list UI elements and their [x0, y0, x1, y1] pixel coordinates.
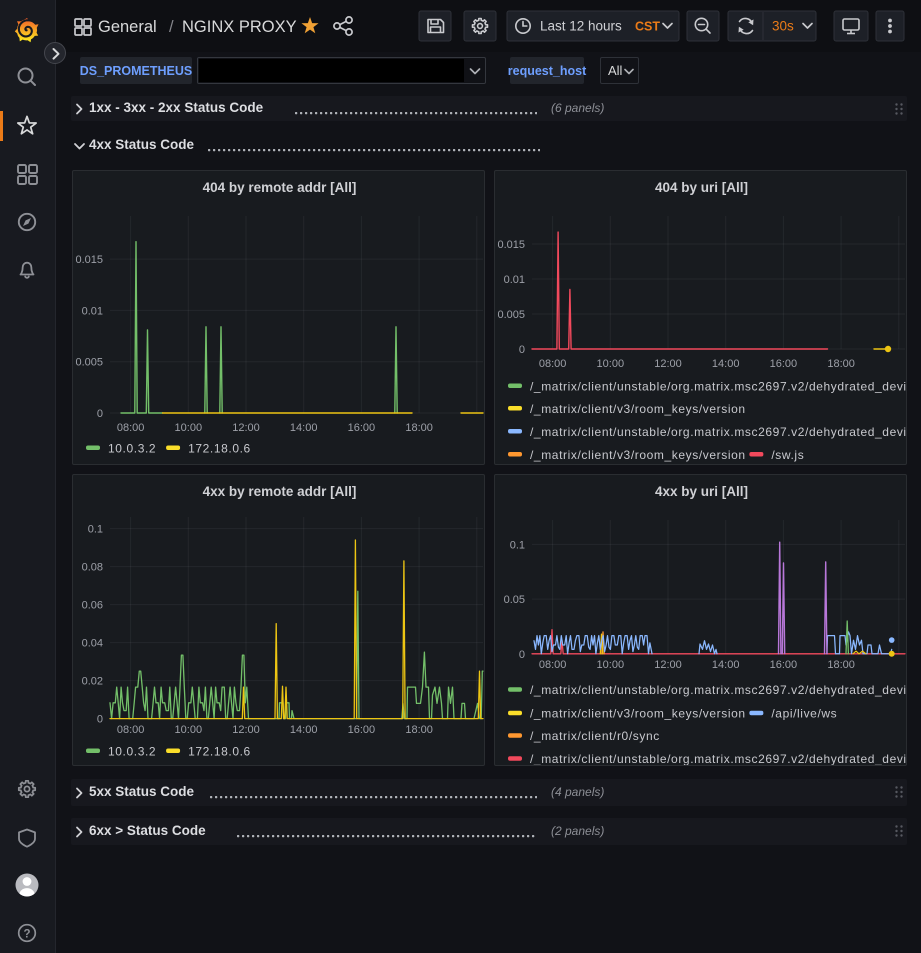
- svg-text:172.18.0.6: 172.18.0.6: [188, 442, 251, 456]
- svg-text:0.1: 0.1: [509, 539, 524, 551]
- svg-text:16:00: 16:00: [348, 422, 376, 434]
- svg-text:0.01: 0.01: [503, 274, 524, 286]
- svg-text:0.1: 0.1: [88, 523, 103, 535]
- svg-text:/_matrix/client/unstable/org.m: /_matrix/client/unstable/org.matrix.msc2…: [530, 683, 907, 697]
- svg-text:14:00: 14:00: [290, 724, 318, 736]
- svg-text:4xx by uri [All]: 4xx by uri [All]: [654, 484, 747, 499]
- svg-text:?: ?: [23, 929, 30, 941]
- svg-text:14:00: 14:00: [290, 422, 318, 434]
- svg-text:NGINX PROXY: NGINX PROXY: [182, 18, 297, 36]
- svg-text:0.01: 0.01: [82, 305, 103, 317]
- svg-text:0: 0: [97, 408, 103, 420]
- svg-text:Last 12 hours: Last 12 hours: [540, 19, 622, 34]
- svg-text:404 by uri [All]: 404 by uri [All]: [654, 180, 747, 195]
- svg-text:0.05: 0.05: [503, 594, 524, 606]
- svg-text:12:00: 12:00: [232, 724, 260, 736]
- svg-text:14:00: 14:00: [711, 358, 739, 370]
- svg-text:/sw.js: /sw.js: [771, 448, 804, 462]
- svg-text:08:00: 08:00: [538, 659, 566, 671]
- svg-text:12:00: 12:00: [232, 422, 260, 434]
- svg-text:4xx by remote addr [All]: 4xx by remote addr [All]: [203, 484, 357, 499]
- svg-text:404 by remote addr [All]: 404 by remote addr [All]: [203, 180, 357, 195]
- svg-text:12:00: 12:00: [654, 358, 682, 370]
- svg-text:0.06: 0.06: [82, 599, 103, 611]
- svg-text:/: /: [169, 18, 174, 36]
- svg-text:10.0.3.2: 10.0.3.2: [108, 744, 156, 758]
- svg-text:General: General: [98, 18, 157, 36]
- svg-text:/_matrix/client/unstable/org.m: /_matrix/client/unstable/org.matrix.msc2…: [530, 752, 907, 766]
- svg-text:0: 0: [97, 713, 103, 725]
- svg-text:0.005: 0.005: [75, 357, 103, 369]
- svg-text:08:00: 08:00: [117, 724, 145, 736]
- svg-text:10:00: 10:00: [596, 358, 624, 370]
- svg-text:/_matrix/client/unstable/org.m: /_matrix/client/unstable/org.matrix.msc2…: [530, 380, 907, 394]
- svg-text:14:00: 14:00: [711, 659, 739, 671]
- svg-text:0: 0: [518, 648, 524, 660]
- svg-text:/_matrix/client/v3/room_keys/v: /_matrix/client/v3/room_keys/version: [530, 402, 746, 416]
- svg-text:10.0.3.2: 10.0.3.2: [108, 442, 156, 456]
- svg-text:30s: 30s: [772, 19, 794, 34]
- svg-text:/_matrix/client/v3/room_keys/v: /_matrix/client/v3/room_keys/version: [530, 706, 746, 720]
- svg-text:CST: CST: [635, 20, 660, 34]
- svg-text:0.015: 0.015: [75, 254, 103, 266]
- svg-text:0.08: 0.08: [82, 561, 103, 573]
- svg-text:16:00: 16:00: [769, 358, 797, 370]
- svg-text:0.02: 0.02: [82, 675, 103, 687]
- svg-text:/_matrix/client/unstable/org.m: /_matrix/client/unstable/org.matrix.msc2…: [530, 425, 907, 439]
- svg-text:16:00: 16:00: [769, 659, 797, 671]
- svg-text:10:00: 10:00: [175, 724, 203, 736]
- svg-text:08:00: 08:00: [117, 422, 145, 434]
- svg-text:18:00: 18:00: [827, 659, 855, 671]
- svg-text:10:00: 10:00: [175, 422, 203, 434]
- svg-text:172.18.0.6: 172.18.0.6: [188, 744, 251, 758]
- svg-text:0.04: 0.04: [82, 637, 103, 649]
- svg-text:18:00: 18:00: [405, 422, 433, 434]
- svg-text:18:00: 18:00: [827, 358, 855, 370]
- svg-text:18:00: 18:00: [405, 724, 433, 736]
- svg-text:16:00: 16:00: [348, 724, 376, 736]
- svg-text:0.015: 0.015: [497, 239, 525, 251]
- svg-text:0.005: 0.005: [497, 309, 525, 321]
- svg-text:/_matrix/client/r0/sync: /_matrix/client/r0/sync: [530, 729, 660, 743]
- svg-text:0: 0: [518, 344, 524, 356]
- svg-text:10:00: 10:00: [596, 659, 624, 671]
- svg-text:08:00: 08:00: [538, 358, 566, 370]
- svg-text:12:00: 12:00: [654, 659, 682, 671]
- svg-text:/_matrix/client/v3/room_keys/v: /_matrix/client/v3/room_keys/version: [530, 448, 746, 462]
- svg-text:/api/live/ws: /api/live/ws: [771, 706, 837, 720]
